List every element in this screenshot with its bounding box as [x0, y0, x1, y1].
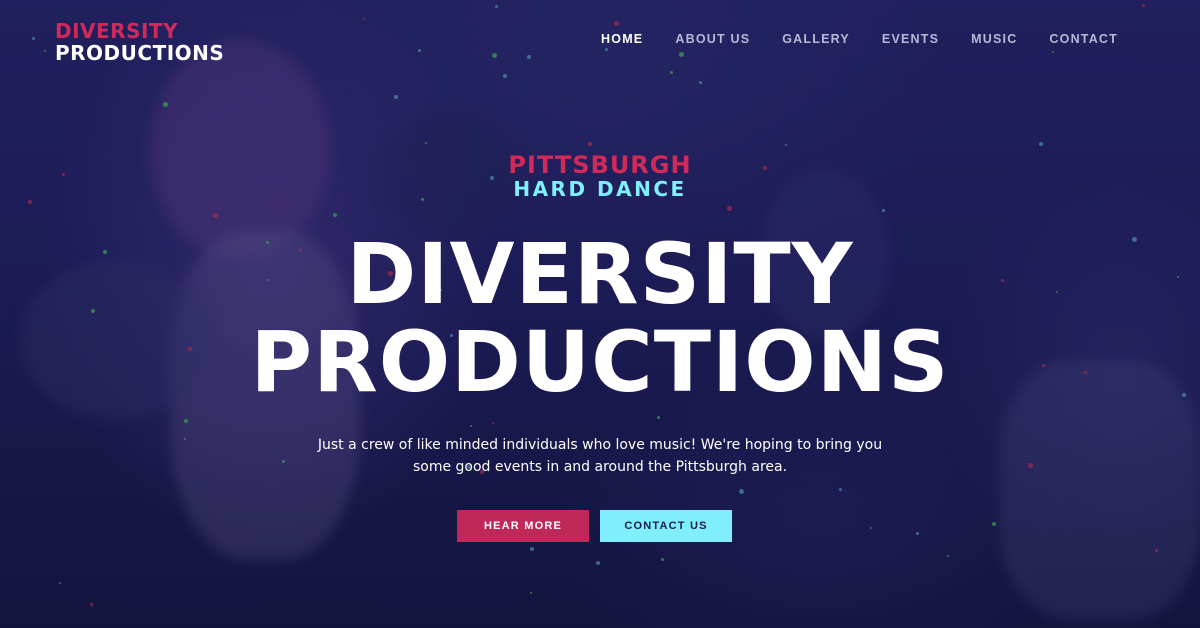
nav-item-gallery[interactable]: GALLERY	[782, 31, 850, 47]
logo-line-1: DIVERSITY	[55, 19, 179, 43]
nav-item-home[interactable]: HOME	[601, 31, 643, 47]
hero-tagline: Just a crew of like minded individuals w…	[250, 434, 950, 478]
nav-item-about-us[interactable]: ABOUT US	[675, 31, 750, 47]
hero-title-line-1: DIVERSITY	[346, 225, 854, 323]
main-navigation: HOME ABOUT US GALLERY EVENTS MUSIC CONTA…	[569, 31, 1118, 47]
tagline-line-1: Just a crew of like minded individuals w…	[317, 437, 883, 453]
logo-line-2: PRODUCTIONS	[55, 41, 225, 65]
hero-kicker-city: PITTSBURGH	[508, 151, 692, 179]
hero-title-line-2: PRODUCTIONS	[250, 313, 950, 411]
contact-us-button[interactable]: CONTACT US	[600, 510, 732, 542]
hero-kicker-genre: HARD DANCE	[513, 177, 687, 201]
nav-item-events[interactable]: EVENTS	[882, 31, 939, 47]
hear-more-button[interactable]: HEAR MORE	[457, 510, 589, 542]
tagline-line-2: some good events in and around the Pitts…	[412, 459, 788, 475]
site-logo[interactable]: DIVERSITY PRODUCTIONS	[55, 20, 224, 64]
nav-item-contact[interactable]: CONTACT	[1049, 31, 1118, 47]
nav-item-music[interactable]: MUSIC	[971, 31, 1017, 47]
